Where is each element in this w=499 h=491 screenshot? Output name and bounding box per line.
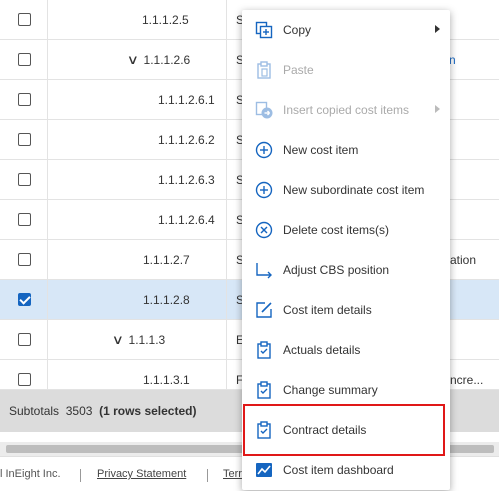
menu-item-cost-item-dashboard[interactable]: Cost item dashboard <box>242 450 450 490</box>
checkbox-cell <box>0 160 48 200</box>
column-divider <box>226 240 227 280</box>
turn-right-arrow-icon <box>256 263 272 279</box>
row-code: 1.1.1.2.6 <box>143 53 191 67</box>
submenu-arrow-icon <box>435 105 440 113</box>
subtotals-selection: (1 rows selected) <box>99 404 197 418</box>
clipboard-check-icon <box>257 381 271 399</box>
insert-copied-icon <box>255 101 273 119</box>
dashboard-chart-icon <box>256 463 272 477</box>
menu-item-adjust-cbs-position[interactable]: Adjust CBS position <box>242 250 450 290</box>
copyright-text: l InEight Inc. <box>0 468 61 480</box>
menu-item-insert-copied-cost-items[interactable]: Insert copied cost items <box>242 90 450 130</box>
menu-item-label: Adjust CBS position <box>283 263 390 277</box>
menu-item-delete-cost-items[interactable]: Delete cost items(s) <box>242 210 450 250</box>
checkbox-cell <box>0 120 48 160</box>
row-code: 1.1.1.2.6.1 <box>158 93 215 107</box>
menu-item-label: New cost item <box>283 143 359 157</box>
highlight-box <box>243 404 445 456</box>
column-divider <box>226 360 227 390</box>
subtotals-value: 3503 <box>65 404 93 418</box>
menu-item-actuals-details[interactable]: Actuals details <box>242 330 450 370</box>
column-divider <box>226 40 227 80</box>
menu-item-label: Actuals details <box>283 343 361 357</box>
row-trailing-text[interactable]: n <box>449 40 456 80</box>
checkbox-cell <box>0 240 48 280</box>
column-divider <box>226 280 227 320</box>
menu-item-cost-item-details[interactable]: Cost item details <box>242 290 450 330</box>
row-checkbox[interactable] <box>18 93 31 106</box>
clipboard-check-icon <box>257 341 271 359</box>
row-checkbox[interactable] <box>18 133 31 146</box>
subtotals-text: Subtotals 3503 (1 rows selected) <box>9 390 196 432</box>
paste-icon <box>257 61 271 79</box>
row-trailing-text: ation <box>450 253 477 267</box>
row-code: 1.1.1.2.5 <box>142 13 189 27</box>
row-code-cell: ∨ 1.1.1.2.6 <box>127 40 191 80</box>
menu-item-new-subordinate-cost-item[interactable]: New subordinate cost item <box>242 170 450 210</box>
checkbox-cell <box>0 0 48 40</box>
row-checkbox[interactable] <box>18 333 31 346</box>
menu-item-label: Cost item dashboard <box>283 463 394 477</box>
chevron-down-icon[interactable]: ∨ <box>127 40 139 80</box>
column-divider <box>226 160 227 200</box>
menu-item-label: Paste <box>283 63 314 77</box>
menu-item-label: Insert copied cost items <box>283 103 410 117</box>
row-checkbox-checked[interactable] <box>18 293 31 306</box>
checkbox-cell <box>0 320 48 360</box>
row-checkbox[interactable] <box>18 213 31 226</box>
chevron-down-icon[interactable]: ∨ <box>112 320 124 360</box>
menu-item-copy[interactable]: Copy <box>242 10 450 50</box>
footer-divider <box>207 469 208 482</box>
x-circle-icon <box>255 221 273 239</box>
checkbox-cell <box>0 360 48 390</box>
column-divider <box>226 80 227 120</box>
column-divider <box>226 0 227 40</box>
row-code: 1.1.1.2.7 <box>143 253 190 267</box>
menu-item-label: New subordinate cost item <box>283 183 425 197</box>
menu-item-label: Delete cost items(s) <box>283 223 390 237</box>
plus-circle-icon <box>255 181 273 199</box>
checkbox-cell <box>0 40 48 80</box>
checkbox-cell <box>0 280 48 320</box>
row-checkbox[interactable] <box>18 13 31 26</box>
row-code: 1.1.1.3 <box>128 333 166 347</box>
terms-link[interactable]: Terr <box>223 468 242 480</box>
row-checkbox[interactable] <box>18 53 31 66</box>
edit-icon <box>256 302 272 318</box>
menu-item-new-cost-item[interactable]: New cost item <box>242 130 450 170</box>
row-checkbox[interactable] <box>18 373 31 386</box>
column-divider <box>226 120 227 160</box>
checkbox-cell <box>0 80 48 120</box>
submenu-arrow-icon <box>435 25 440 33</box>
subtotals-label: Subtotals <box>9 404 60 418</box>
row-code: 1.1.1.2.6.3 <box>158 173 215 187</box>
checkbox-cell <box>0 200 48 240</box>
menu-item-label: Copy <box>283 23 312 37</box>
footer-divider <box>80 469 81 482</box>
row-code: 1.1.1.2.8 <box>143 293 190 307</box>
row-code: 1.1.1.2.6.2 <box>158 133 215 147</box>
plus-circle-icon <box>255 141 273 159</box>
row-code: 1.1.1.2.6.4 <box>158 213 215 227</box>
row-code-cell: ∨ 1.1.1.3 <box>112 320 166 360</box>
row-checkbox[interactable] <box>18 253 31 266</box>
privacy-statement-link[interactable]: Privacy Statement <box>97 468 186 480</box>
column-divider <box>226 320 227 360</box>
row-checkbox[interactable] <box>18 173 31 186</box>
menu-item-label: Cost item details <box>283 303 372 317</box>
column-divider <box>226 200 227 240</box>
copy-icon <box>255 21 273 39</box>
menu-item-paste[interactable]: Paste <box>242 50 450 90</box>
